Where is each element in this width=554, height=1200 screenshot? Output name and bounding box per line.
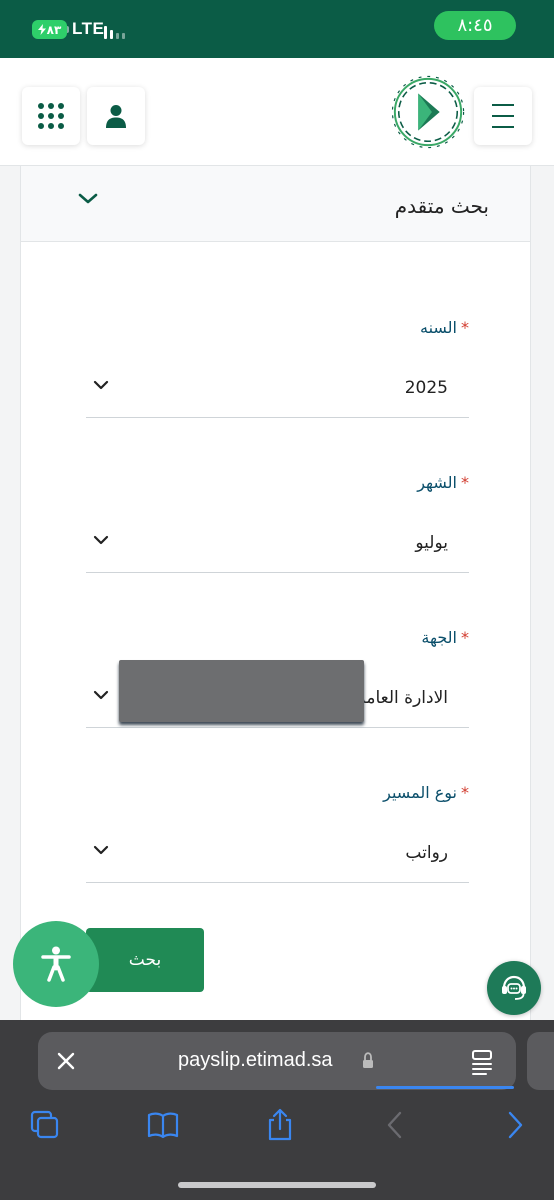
required-mark: * [461,783,469,802]
chevron-down-icon [93,845,109,855]
etimad-logo[interactable] [389,73,467,151]
payroll-type-label: *نوع المسير [383,783,469,802]
next-tab-peek[interactable] [527,1032,554,1090]
battery-icon: ٨٣ [32,20,67,39]
home-indicator[interactable] [178,1182,376,1188]
bookmarks-icon[interactable] [146,1108,180,1142]
profile-button[interactable] [87,87,145,145]
accessibility-icon [41,946,71,982]
chevron-down-icon [93,380,109,390]
reader-mode-icon[interactable] [470,1049,494,1075]
advanced-search-title: بحث متقدم [394,194,489,218]
month-select[interactable]: يوليو [86,517,469,573]
user-icon [106,105,126,128]
required-mark: * [461,473,469,492]
battery-level: ٨٣ [46,22,62,37]
lock-icon [363,1052,373,1068]
chevron-down-icon [93,690,109,700]
year-value: 2025 [404,378,448,398]
back-icon[interactable] [378,1108,412,1142]
address-bar[interactable]: payslip.etimad.sa [38,1032,516,1090]
app-header [0,58,554,166]
chevron-down-icon[interactable] [77,190,99,208]
advanced-search-toggle[interactable]: بحث متقدم [21,166,530,242]
search-button[interactable]: بحث [86,928,204,992]
charging-bolt-icon [37,24,46,35]
clock-time: ٨:٤٥ [457,15,493,36]
entity-label: *الجهة [421,628,469,647]
hamburger-menu-icon [492,104,514,128]
url-text: payslip.etimad.sa [178,1049,333,1071]
page-load-progress [376,1086,514,1089]
close-icon[interactable] [56,1051,76,1071]
clock-pill[interactable]: ٨:٤٥ [434,11,516,40]
share-icon[interactable] [263,1108,297,1142]
required-mark: * [461,318,469,337]
carrier-label: LTE [72,19,105,38]
month-label: *الشهر [417,473,469,492]
signal-icon [104,23,125,39]
month-value: يوليو [415,533,448,553]
support-button[interactable] [487,961,541,1015]
browser-toolbar: payslip.etimad.sa [0,1020,554,1200]
tabs-icon[interactable] [28,1108,62,1142]
redaction-block [119,660,364,722]
search-card: بحث متقدم *السنه 2025 *الشهر يوليو *الجه… [20,166,531,1026]
entity-value: الادارة العامة [357,688,448,708]
apps-button[interactable] [22,87,80,145]
payroll-type-select[interactable]: رواتب [86,827,469,883]
payroll-type-value: رواتب [405,843,448,863]
chevron-down-icon [93,535,109,545]
required-mark: * [461,628,469,647]
year-select[interactable]: 2025 [86,362,469,418]
battery-nub [67,26,69,33]
accessibility-button[interactable] [13,921,99,1007]
forward-icon[interactable] [498,1108,532,1142]
headset-support-icon [502,975,526,1000]
menu-button[interactable] [474,87,532,145]
year-label: *السنه [420,318,469,337]
status-bar: ٨٣ LTE ٨:٤٥ [0,0,554,58]
apps-grid-icon [38,103,64,129]
